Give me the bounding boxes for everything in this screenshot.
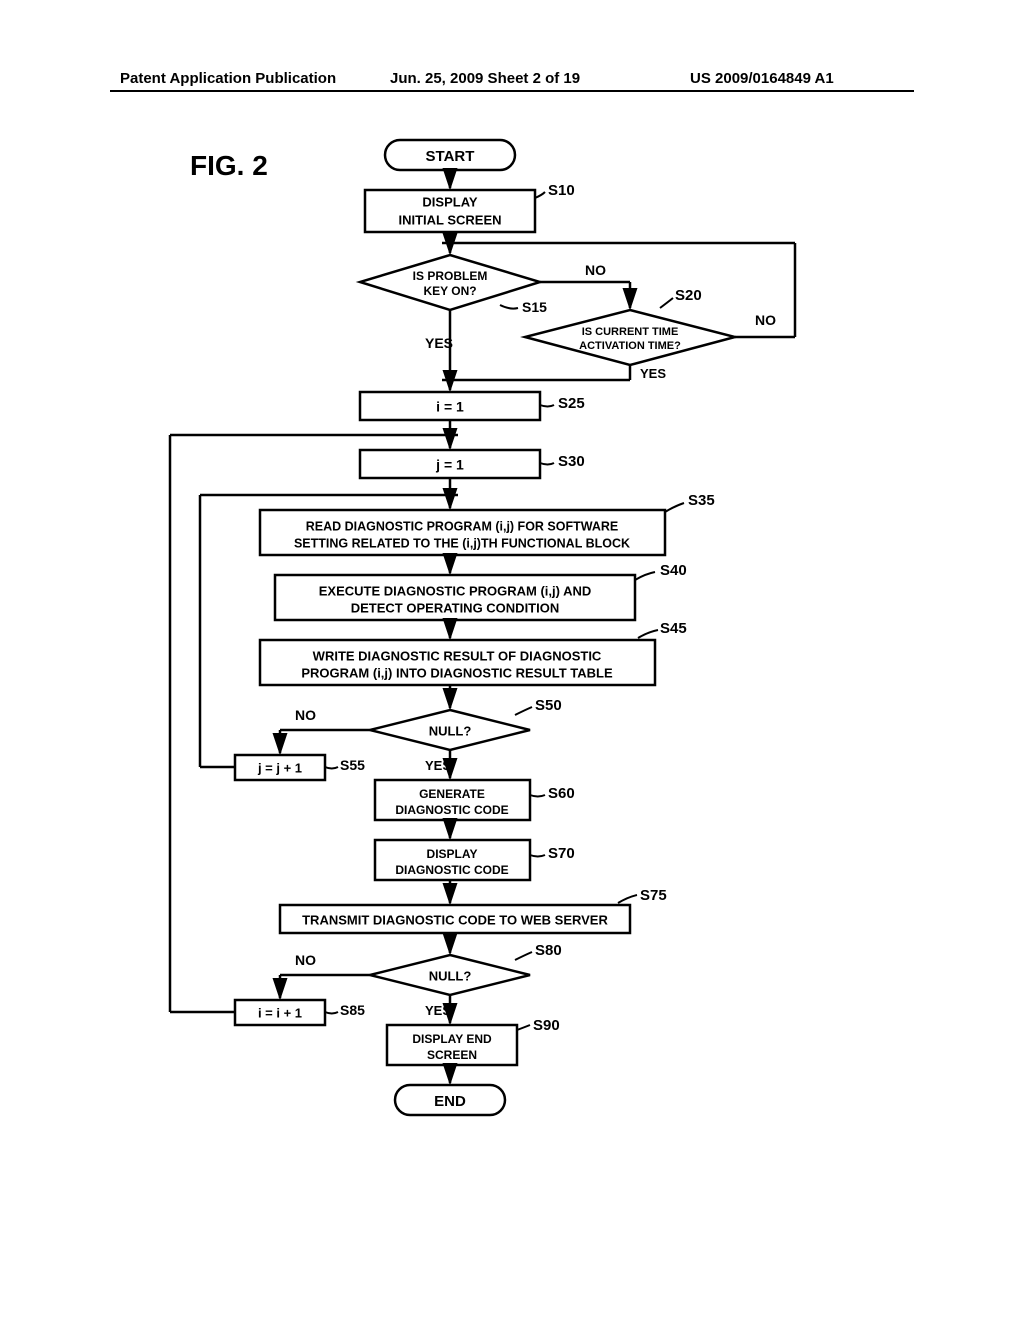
node-s60: GENERATE DIAGNOSTIC CODE: [375, 780, 530, 820]
svg-text:READ DIAGNOSTIC PROGRAM (i,j): READ DIAGNOSTIC PROGRAM (i,j) FOR SOFTWA…: [306, 519, 619, 533]
node-s70: DISPLAY DIAGNOSTIC CODE: [375, 840, 530, 880]
s15-no: NO: [585, 262, 606, 278]
node-s40: EXECUTE DIAGNOSTIC PROGRAM (i,j) AND DET…: [275, 575, 635, 620]
svg-text:DETECT OPERATING CONDITION: DETECT OPERATING CONDITION: [351, 600, 559, 615]
svg-text:NULL?: NULL?: [429, 968, 472, 983]
node-s90: DISPLAY END SCREEN: [387, 1025, 517, 1065]
svg-text:j = j + 1: j = j + 1: [257, 760, 302, 775]
svg-text:PROGRAM (i,j) INTO DIAGNOSTIC: PROGRAM (i,j) INTO DIAGNOSTIC RESULT TAB…: [301, 665, 613, 680]
node-s50: NULL?: [370, 710, 530, 750]
svg-text:SETTING RELATED TO THE (i,j)TH: SETTING RELATED TO THE (i,j)TH FUNCTIONA…: [294, 536, 630, 550]
label-s50: S50: [535, 697, 562, 714]
node-s10: DISPLAY INITIAL SCREEN: [365, 190, 535, 232]
svg-text:ACTIVATION TIME?: ACTIVATION TIME?: [579, 340, 681, 352]
s50-no: NO: [295, 707, 316, 723]
svg-text:i = 1: i = 1: [436, 399, 464, 415]
node-s15: IS PROBLEM KEY ON?: [360, 255, 540, 310]
svg-text:NULL?: NULL?: [429, 723, 472, 738]
svg-text:SCREEN: SCREEN: [427, 1048, 477, 1062]
node-s20: IS CURRENT TIME ACTIVATION TIME?: [525, 310, 735, 365]
start-text: START: [426, 148, 475, 165]
s80-no: NO: [295, 952, 316, 968]
node-s55: j = j + 1: [235, 755, 325, 780]
label-s45: S45: [660, 620, 687, 637]
svg-text:i = i + 1: i = i + 1: [258, 1005, 302, 1020]
svg-text:END: END: [434, 1093, 466, 1110]
header-left: Patent Application Publication: [120, 70, 336, 87]
label-s60: S60: [548, 785, 575, 802]
node-end: END: [395, 1085, 505, 1115]
svg-text:j = 1: j = 1: [435, 457, 464, 473]
svg-text:EXECUTE DIAGNOSTIC PROGRAM (i,: EXECUTE DIAGNOSTIC PROGRAM (i,j) AND: [319, 583, 592, 598]
svg-text:WRITE DIAGNOSTIC RESULT OF DIA: WRITE DIAGNOSTIC RESULT OF DIAGNOSTIC: [313, 648, 602, 663]
node-s45: WRITE DIAGNOSTIC RESULT OF DIAGNOSTIC PR…: [260, 640, 655, 685]
header-right: US 2009/0164849 A1: [690, 70, 834, 87]
node-s85: i = i + 1: [235, 1000, 325, 1025]
node-s75: TRANSMIT DIAGNOSTIC CODE TO WEB SERVER: [280, 905, 630, 933]
label-s85: S85: [340, 1002, 365, 1018]
header-rule: [110, 90, 914, 92]
s50-yes: YES: [425, 758, 451, 773]
label-s30: S30: [558, 453, 585, 470]
node-s30: j = 1: [360, 450, 540, 478]
node-s25: i = 1: [360, 392, 540, 420]
node-start: START: [385, 140, 515, 170]
label-s40: S40: [660, 562, 687, 579]
svg-text:TRANSMIT DIAGNOSTIC CODE TO WE: TRANSMIT DIAGNOSTIC CODE TO WEB SERVER: [302, 912, 608, 927]
svg-text:GENERATE: GENERATE: [419, 787, 485, 801]
s20-yes: YES: [640, 366, 666, 381]
svg-text:IS PROBLEM: IS PROBLEM: [413, 269, 488, 283]
header-center: Jun. 25, 2009 Sheet 2 of 19: [390, 70, 580, 87]
svg-text:KEY ON?: KEY ON?: [423, 284, 476, 298]
svg-text:DIAGNOSTIC CODE: DIAGNOSTIC CODE: [395, 863, 508, 877]
label-s20: S20: [675, 287, 702, 304]
label-s35: S35: [688, 492, 715, 509]
page: Patent Application Publication Jun. 25, …: [0, 0, 1024, 1320]
label-s90: S90: [533, 1017, 560, 1034]
svg-text:DISPLAY END: DISPLAY END: [412, 1032, 492, 1046]
label-s75: S75: [640, 887, 667, 904]
label-s10: S10: [548, 182, 575, 199]
svg-text:DISPLAY: DISPLAY: [427, 847, 478, 861]
svg-text:DISPLAY: DISPLAY: [422, 194, 477, 209]
s80-yes: YES: [425, 1003, 451, 1018]
s20-no: NO: [755, 312, 776, 328]
label-s25: S25: [558, 395, 585, 412]
label-s55: S55: [340, 757, 365, 773]
svg-text:INITIAL SCREEN: INITIAL SCREEN: [398, 212, 501, 227]
node-s80: NULL?: [370, 955, 530, 995]
label-s80: S80: [535, 942, 562, 959]
node-s35: READ DIAGNOSTIC PROGRAM (i,j) FOR SOFTWA…: [260, 510, 665, 555]
label-s70: S70: [548, 845, 575, 862]
label-s15: S15: [522, 299, 547, 315]
flowchart: START DISPLAY INITIAL SCREEN S10 IS PROB…: [140, 130, 900, 1270]
svg-text:IS CURRENT TIME: IS CURRENT TIME: [582, 326, 679, 338]
svg-text:DIAGNOSTIC CODE: DIAGNOSTIC CODE: [395, 803, 508, 817]
